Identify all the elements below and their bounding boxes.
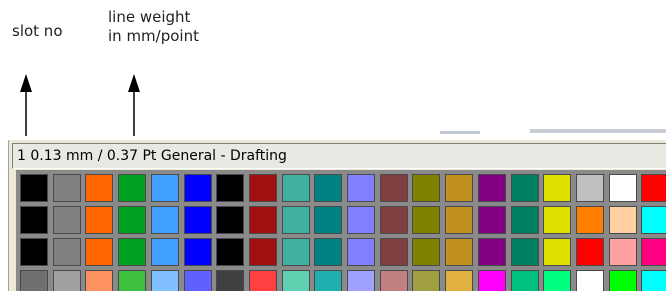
palette-swatch[interactable]	[118, 206, 147, 234]
palette-swatch[interactable]	[477, 174, 506, 202]
panel-left-divider	[8, 140, 9, 291]
palette-swatch[interactable]	[543, 238, 572, 266]
palette-swatch[interactable]	[379, 238, 408, 266]
palette-swatch[interactable]	[510, 206, 539, 234]
palette-swatch[interactable]	[477, 206, 506, 234]
palette-swatch[interactable]	[314, 174, 343, 202]
slot-no-annotation: slot no	[12, 22, 63, 40]
weight-arrow-icon	[128, 74, 140, 136]
palette-swatch[interactable]	[575, 270, 604, 291]
palette-swatch[interactable]	[118, 174, 147, 202]
palette-swatch[interactable]	[314, 270, 343, 291]
palette-swatch[interactable]	[379, 270, 408, 291]
palette-swatch[interactable]	[641, 270, 666, 291]
palette-swatch[interactable]	[183, 206, 212, 234]
palette-swatch[interactable]	[248, 238, 277, 266]
palette-swatch[interactable]	[183, 270, 212, 291]
palette-swatch[interactable]	[445, 206, 474, 234]
palette-swatch[interactable]	[608, 238, 637, 266]
palette-row	[16, 270, 666, 291]
palette-swatch[interactable]	[85, 238, 114, 266]
palette-swatch[interactable]	[248, 206, 277, 234]
palette-row	[16, 206, 666, 240]
palette-swatch[interactable]	[248, 174, 277, 202]
palette-swatch[interactable]	[216, 174, 245, 202]
line-weight-annotation-line1: line weight	[108, 8, 191, 26]
palette-swatch[interactable]	[20, 206, 48, 234]
palette-swatch[interactable]	[216, 206, 245, 234]
palette-swatch[interactable]	[52, 206, 81, 234]
palette-swatch[interactable]	[248, 270, 277, 291]
palette-swatch[interactable]	[412, 206, 441, 234]
palette-swatch[interactable]	[150, 174, 179, 202]
palette-swatch[interactable]	[608, 270, 637, 291]
palette-row	[16, 174, 666, 208]
palette-swatch[interactable]	[510, 174, 539, 202]
palette-swatch[interactable]	[52, 238, 81, 266]
palette-swatch[interactable]	[150, 206, 179, 234]
palette-swatch[interactable]	[183, 174, 212, 202]
palette-swatch[interactable]	[412, 174, 441, 202]
palette-swatch[interactable]	[575, 206, 604, 234]
palette-swatch[interactable]	[183, 238, 212, 266]
palette-swatch[interactable]	[20, 174, 48, 202]
palette-swatch[interactable]	[477, 238, 506, 266]
palette-swatch[interactable]	[20, 270, 48, 291]
palette-swatch[interactable]	[379, 206, 408, 234]
palette-swatch[interactable]	[347, 206, 375, 234]
line-weight-annotation: line weight in mm/point	[108, 8, 199, 46]
palette-swatch[interactable]	[216, 238, 245, 266]
palette-swatch[interactable]	[641, 206, 666, 234]
palette-swatch[interactable]	[314, 206, 343, 234]
palette-swatch[interactable]	[281, 174, 310, 202]
palette-swatch[interactable]	[543, 270, 572, 291]
palette-swatch[interactable]	[347, 270, 375, 291]
line-weight-palette-grid	[16, 170, 666, 291]
palette-swatch[interactable]	[412, 238, 441, 266]
palette-swatch[interactable]	[281, 270, 310, 291]
palette-swatch[interactable]	[575, 238, 604, 266]
palette-swatch[interactable]	[608, 174, 637, 202]
palette-swatch[interactable]	[510, 270, 539, 291]
palette-swatch[interactable]	[85, 206, 114, 234]
palette-swatch[interactable]	[575, 174, 604, 202]
palette-swatch[interactable]	[281, 206, 310, 234]
palette-swatch[interactable]	[445, 238, 474, 266]
palette-swatch[interactable]	[608, 206, 637, 234]
palette-swatch[interactable]	[150, 238, 179, 266]
palette-swatch[interactable]	[510, 238, 539, 266]
palette-swatch[interactable]	[281, 238, 310, 266]
palette-row	[16, 238, 666, 272]
palette-swatch[interactable]	[445, 174, 474, 202]
palette-swatch[interactable]	[314, 238, 343, 266]
palette-swatch[interactable]	[543, 206, 572, 234]
line-weight-status-bar: 1 0.13 mm / 0.37 Pt General - Drafting	[12, 143, 666, 169]
palette-swatch[interactable]	[20, 238, 48, 266]
palette-swatch[interactable]	[150, 270, 179, 291]
palette-swatch[interactable]	[347, 238, 375, 266]
palette-swatch[interactable]	[412, 270, 441, 291]
slot-arrow-icon	[20, 74, 32, 136]
palette-swatch[interactable]	[118, 270, 147, 291]
palette-swatch[interactable]	[52, 270, 81, 291]
background-fragment	[530, 129, 666, 133]
palette-swatch[interactable]	[347, 174, 375, 202]
palette-swatch[interactable]	[118, 238, 147, 266]
palette-swatch[interactable]	[216, 270, 245, 291]
palette-swatch[interactable]	[379, 174, 408, 202]
palette-swatch[interactable]	[445, 270, 474, 291]
palette-swatch[interactable]	[641, 174, 666, 202]
palette-swatch[interactable]	[641, 238, 666, 266]
line-weight-annotation-line2: in mm/point	[108, 27, 199, 45]
palette-swatch[interactable]	[477, 270, 506, 291]
palette-swatch[interactable]	[85, 174, 114, 202]
palette-swatch[interactable]	[543, 174, 572, 202]
palette-swatch[interactable]	[52, 174, 81, 202]
background-fragment	[440, 131, 480, 134]
palette-swatch[interactable]	[85, 270, 114, 291]
